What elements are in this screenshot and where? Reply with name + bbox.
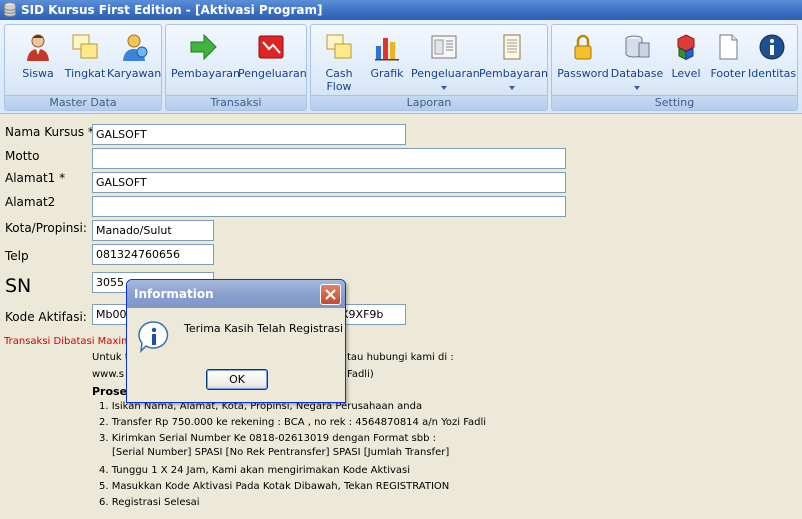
information-dialog: Information Terima Kasih Telah Registras… bbox=[126, 279, 346, 403]
alamat2-input[interactable] bbox=[92, 196, 566, 217]
website-text-left: www.s bbox=[92, 369, 125, 380]
dialog-close-button[interactable] bbox=[320, 284, 341, 305]
database-label: Database bbox=[610, 67, 664, 80]
cubes-icon bbox=[677, 34, 695, 61]
alamat2-label: Alamat2 bbox=[5, 195, 56, 209]
kota-input[interactable]: Manado/Sulut bbox=[92, 220, 214, 241]
group-label-setting: Setting bbox=[552, 95, 797, 110]
alamat1-input[interactable]: GALSOFT bbox=[92, 172, 566, 193]
sn-label: SN bbox=[5, 275, 32, 297]
employee-icon bbox=[123, 34, 148, 61]
step-2: 2. Transfer Rp 750.000 ke rekening : BCA… bbox=[99, 417, 487, 428]
transaction-limit-warning: Transaksi Dibatasi Maxima bbox=[4, 336, 138, 347]
cash-flow-label: Cash Flow bbox=[317, 67, 361, 93]
laporan-pengeluaran-label: Pengeluaran bbox=[411, 67, 480, 80]
cash-flow-label-line1: Cash bbox=[325, 67, 353, 80]
blank-page-icon bbox=[719, 34, 738, 60]
report-icon bbox=[431, 35, 457, 59]
laporan-pembayaran-label: Pembayaran bbox=[479, 67, 548, 80]
step-6: 6. Registrasi Selesai bbox=[99, 497, 200, 508]
ribbon-group-laporan: Cash Flow Grafik Pengeluaran Pembayaran … bbox=[310, 24, 548, 111]
identitas-button[interactable]: Identitas bbox=[748, 28, 796, 94]
password-button[interactable]: Password bbox=[556, 28, 610, 94]
student-icon bbox=[27, 34, 49, 61]
down-chart-icon bbox=[258, 35, 284, 59]
step-5: 5. Masukkan Kode Aktivasi Pada Kotak Dib… bbox=[99, 481, 450, 492]
group-label-laporan: Laporan bbox=[311, 95, 547, 110]
alamat1-label: Alamat1 * bbox=[5, 171, 66, 185]
nama-kursus-input[interactable]: GALSOFT bbox=[92, 124, 406, 145]
info-icon bbox=[759, 34, 785, 60]
ribbon-group-setting: Password Database Level Footer Identitas… bbox=[551, 24, 798, 111]
document-icon bbox=[503, 34, 521, 60]
kode-aktifasi-value-right: X9XF9b bbox=[341, 308, 384, 321]
footer-button[interactable]: Footer bbox=[706, 28, 750, 94]
grafik-button[interactable]: Grafik bbox=[365, 28, 409, 94]
cash-flow-label-line2: Flow bbox=[326, 80, 352, 93]
siswa-button[interactable]: Siswa bbox=[13, 28, 63, 94]
karyawan-button[interactable]: Karyawan bbox=[107, 28, 161, 94]
pembayaran-button[interactable]: Pembayaran bbox=[171, 28, 240, 94]
kode-aktifasi-label: Kode Aktifasi: bbox=[5, 310, 87, 324]
level-button[interactable]: Level bbox=[664, 28, 708, 94]
laporan-pembayaran-button[interactable]: Pembayaran bbox=[479, 28, 548, 94]
database-app-icon bbox=[4, 2, 16, 17]
password-label: Password bbox=[557, 67, 609, 80]
motto-label: Motto bbox=[5, 149, 40, 163]
pengeluaran-label: Pengeluaran bbox=[238, 67, 307, 80]
karyawan-label: Karyawan bbox=[107, 67, 162, 80]
step-3-format: [Serial Number] SPASI [No Rek Pentransfe… bbox=[112, 447, 450, 458]
close-icon bbox=[325, 289, 336, 300]
level-label: Level bbox=[671, 67, 701, 80]
step-4: 4. Tunggu 1 X 24 Jam, Kami akan mengirim… bbox=[99, 465, 411, 476]
pengeluaran-button[interactable]: Pengeluaran bbox=[238, 28, 307, 94]
cash-flow-button[interactable]: Cash Flow bbox=[317, 28, 361, 94]
tingkat-button[interactable]: Tingkat bbox=[59, 28, 111, 94]
database-button[interactable]: Database bbox=[610, 28, 664, 94]
lock-icon bbox=[574, 34, 592, 60]
group-label-transaksi: Transaksi bbox=[166, 95, 306, 110]
title-bar: SID Kursus First Edition - [Aktivasi Pro… bbox=[0, 0, 802, 20]
dialog-title: Information bbox=[134, 287, 214, 301]
proses-heading: Prose bbox=[92, 385, 128, 398]
dropdown-arrow-icon bbox=[634, 86, 640, 90]
footer-label: Footer bbox=[710, 67, 746, 80]
green-arrow-icon bbox=[190, 33, 217, 61]
ribbon: Siswa Tingkat Karyawan Master Data Pemba… bbox=[0, 20, 802, 114]
bar-chart-icon bbox=[375, 38, 399, 61]
windows-icon bbox=[72, 34, 98, 59]
laporan-pengeluaran-button[interactable]: Pengeluaran bbox=[411, 28, 480, 94]
website-text-right: Fadli) bbox=[347, 369, 374, 380]
group-label-master-data: Master Data bbox=[5, 95, 161, 110]
intro-text-right: tau hubungi kami di : bbox=[347, 352, 454, 363]
kota-label: Kota/Propinsi: bbox=[5, 221, 87, 235]
database-icon bbox=[625, 35, 650, 58]
activation-form: Nama Kursus * GALSOFT Motto Alamat1 * GA… bbox=[0, 115, 802, 519]
telp-label: Telp bbox=[5, 249, 29, 263]
step-3: 3. Kirimkan Serial Number Ke 0818-026130… bbox=[99, 433, 436, 444]
telp-input[interactable]: 081324760656 bbox=[92, 244, 214, 265]
info-icon bbox=[138, 321, 169, 353]
tingkat-label: Tingkat bbox=[64, 67, 106, 80]
motto-input[interactable] bbox=[92, 148, 566, 169]
grafik-label: Grafik bbox=[370, 67, 404, 80]
pembayaran-label: Pembayaran bbox=[171, 67, 240, 80]
nama-kursus-label: Nama Kursus * bbox=[5, 125, 94, 139]
window-title: SID Kursus First Edition - [Aktivasi Pro… bbox=[21, 3, 323, 17]
ribbon-group-transaksi: Pembayaran Pengeluaran Transaksi bbox=[165, 24, 307, 111]
dropdown-arrow-icon bbox=[441, 86, 447, 90]
identitas-label: Identitas bbox=[748, 67, 797, 80]
intro-text-left: Untuk t bbox=[92, 352, 129, 363]
ok-button[interactable]: OK bbox=[206, 369, 268, 390]
dropdown-arrow-icon bbox=[509, 86, 515, 90]
dialog-message: Terima Kasih Telah Registrasi bbox=[184, 322, 344, 335]
dialog-title-bar: Information bbox=[127, 280, 345, 308]
windows-icon bbox=[326, 34, 352, 59]
siswa-label: Siswa bbox=[22, 67, 54, 80]
ribbon-group-master-data: Siswa Tingkat Karyawan Master Data bbox=[4, 24, 162, 111]
